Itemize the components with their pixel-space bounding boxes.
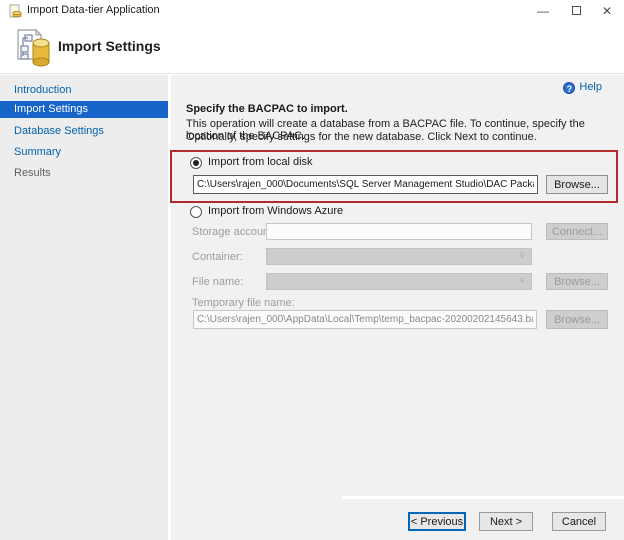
wizard-steps-sidebar: Introduction Import Settings Database Se…	[0, 75, 168, 540]
import-azure-radio[interactable]	[190, 206, 202, 218]
bacpac-path-input[interactable]	[193, 175, 538, 194]
minimize-button[interactable]: —	[528, 0, 558, 22]
help-icon: ?	[563, 82, 575, 94]
chevron-down-icon: ∨	[519, 250, 526, 261]
sidebar-item-import-settings[interactable]: Import Settings	[0, 101, 168, 118]
sidebar-item-results: Results	[0, 165, 168, 182]
import-settings-panel: ?Help Specify the BACPAC to import. This…	[171, 75, 624, 540]
container-dropdown: ∨	[266, 248, 532, 265]
help-label: Help	[579, 81, 602, 93]
import-local-disk-label[interactable]: Import from local disk	[208, 156, 313, 168]
browse-azure-button: Browse...	[546, 273, 608, 290]
section-heading: Specify the BACPAC to import.	[186, 103, 348, 115]
maximize-icon	[572, 6, 581, 15]
storage-account-input	[266, 223, 532, 240]
maximize-button[interactable]	[561, 0, 591, 22]
connect-button: Connect...	[546, 223, 608, 240]
next-button[interactable]: Next >	[479, 512, 533, 531]
chevron-down-icon: ∨	[519, 275, 526, 286]
help-link[interactable]: ? Help	[563, 81, 602, 94]
cancel-button[interactable]: Cancel	[552, 512, 606, 531]
import-azure-label[interactable]: Import from Windows Azure	[208, 205, 343, 217]
sidebar-item-introduction[interactable]: Introduction	[0, 82, 168, 99]
window-title: Import Data-tier Application	[27, 4, 160, 16]
section-description-line2: Optionally, specify settings for the new…	[186, 131, 621, 143]
file-name-label: File name:	[192, 276, 243, 288]
browse-local-button[interactable]: Browse...	[546, 175, 608, 194]
previous-button[interactable]: < Previous	[408, 512, 466, 531]
sidebar-item-summary[interactable]: Summary	[0, 144, 168, 161]
sidebar-item-database-settings[interactable]: Database Settings	[0, 123, 168, 140]
wizard-body: Introduction Import Settings Database Se…	[0, 75, 624, 540]
app-icon	[8, 4, 22, 18]
close-button[interactable]: ✕	[592, 0, 622, 22]
import-local-disk-radio[interactable]	[190, 157, 202, 169]
temporary-file-label: Temporary file name:	[192, 297, 295, 309]
import-data-tier-application-dialog: Import Data-tier Application — ✕ Import …	[0, 0, 624, 540]
footer-divider	[342, 496, 624, 499]
page-title: Import Settings	[58, 38, 161, 54]
import-settings-icon	[12, 26, 56, 70]
wizard-header: Import Settings	[0, 22, 624, 74]
storage-account-label: Storage account:	[192, 226, 275, 238]
title-bar: Import Data-tier Application — ✕	[0, 0, 624, 22]
container-label: Container:	[192, 251, 243, 263]
temporary-file-input	[193, 310, 537, 329]
file-name-dropdown: ∨	[266, 273, 532, 290]
browse-temp-button: Browse...	[546, 310, 608, 329]
